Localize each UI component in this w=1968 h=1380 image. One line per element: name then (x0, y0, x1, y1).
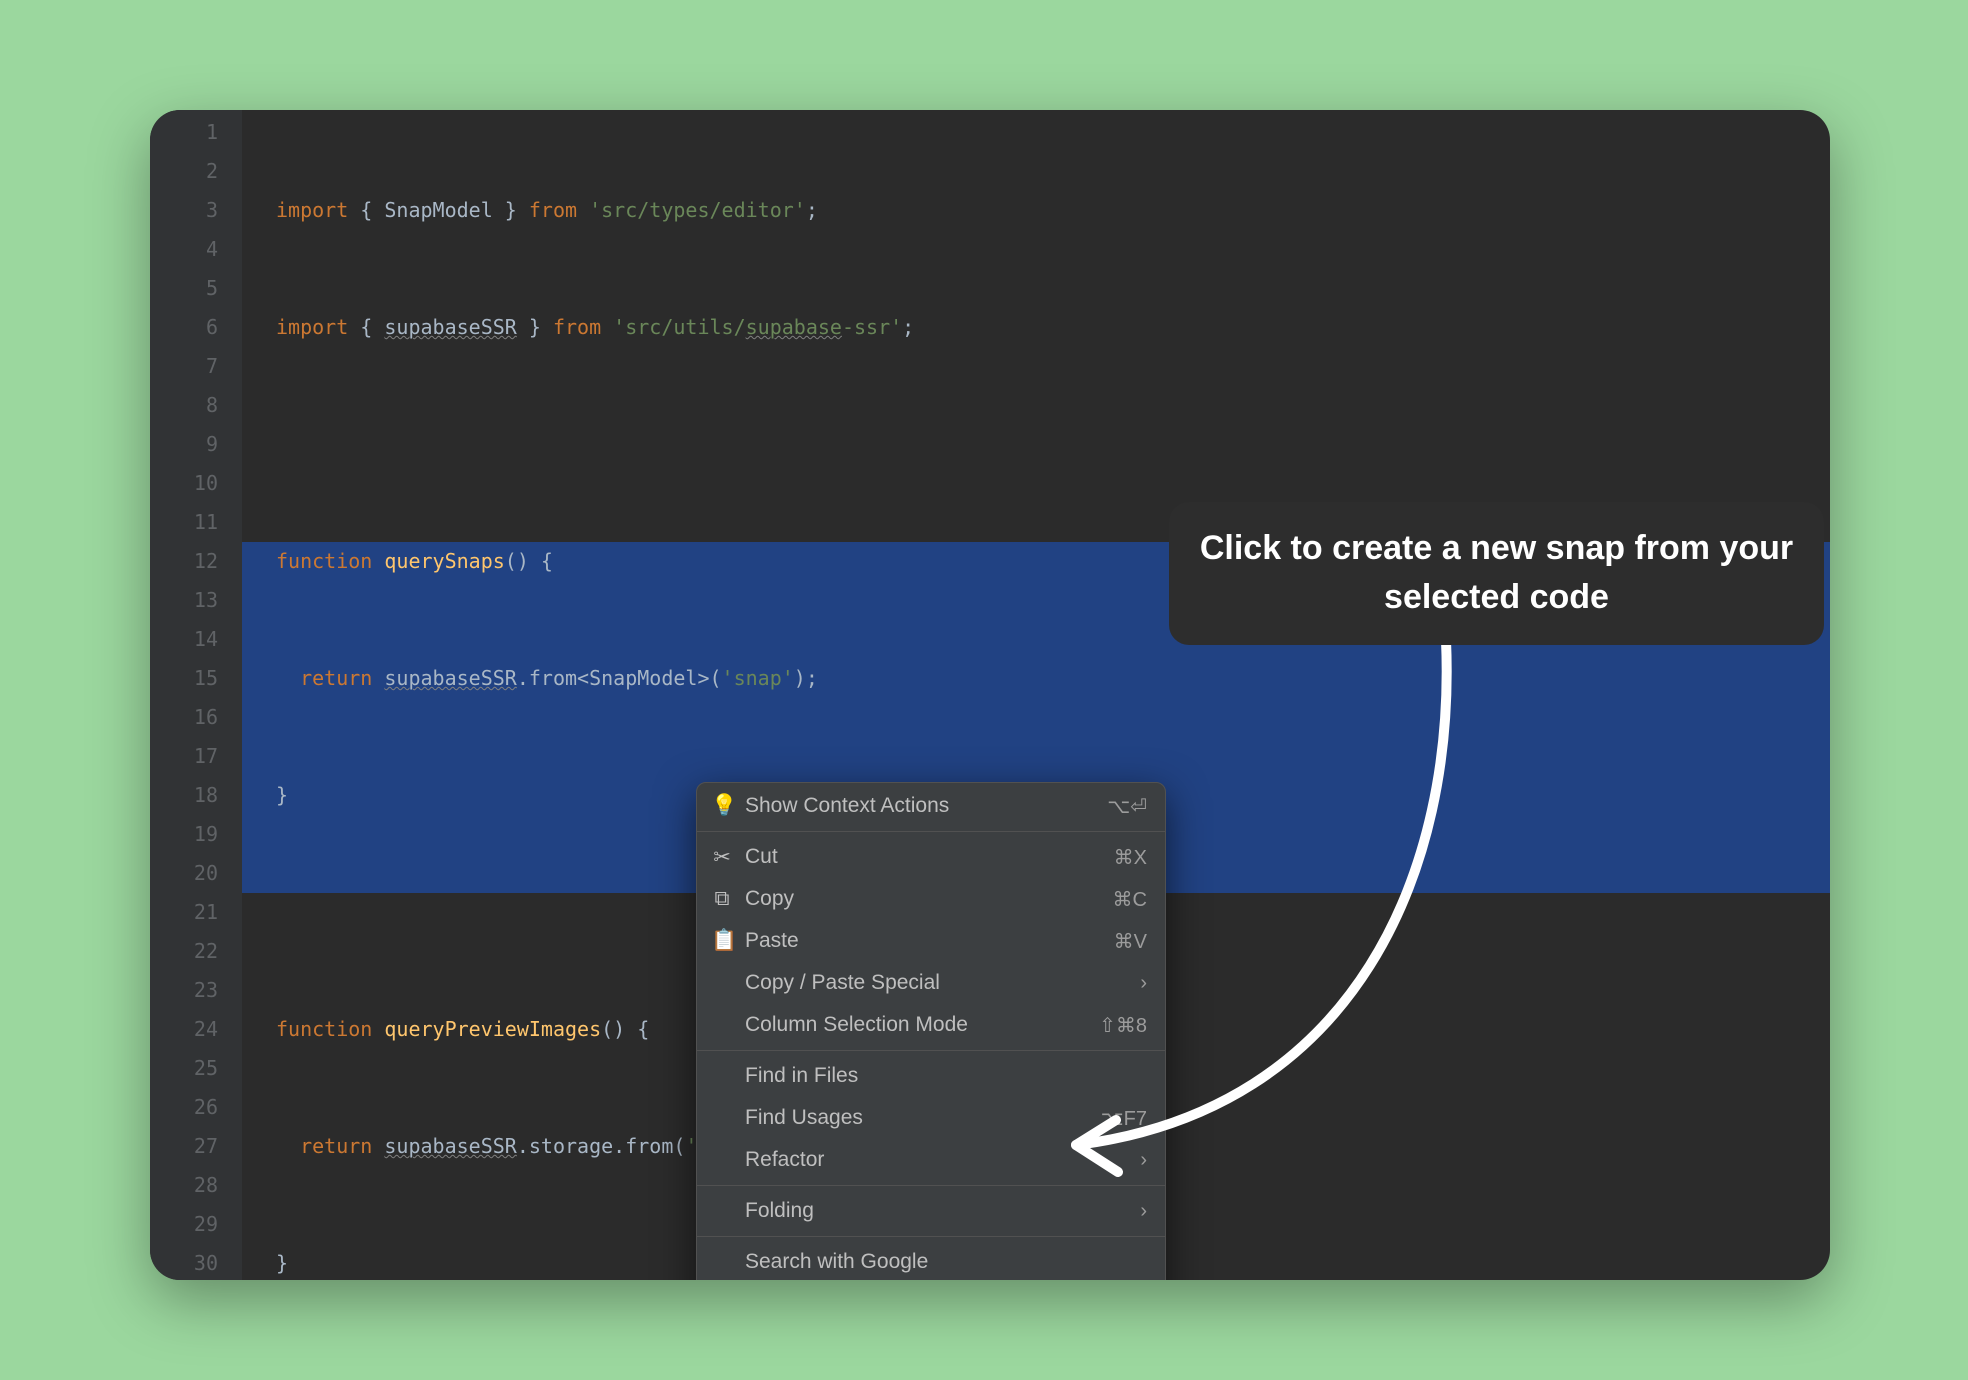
line-number: 15 (150, 659, 218, 698)
bulb-icon: 💡 (711, 794, 733, 818)
menu-item-label: Search with Google (745, 1250, 1147, 1274)
context-menu: 💡 Show Context Actions ⌥⏎ ✂ Cut ⌘X ⧉ Copy ⌘C 📋 Pas… (696, 782, 1166, 1280)
line-number: 11 (150, 503, 218, 542)
line-number: 12 (150, 542, 218, 581)
line-number: 21 (150, 893, 218, 932)
menu-item-label: Folding (745, 1199, 1128, 1223)
menu-separator (697, 1185, 1165, 1186)
line-number: 9 (150, 425, 218, 464)
chevron-right-icon: › (1140, 972, 1147, 995)
menu-item-find-usages[interactable]: Find Usages ⌥F7 (697, 1097, 1165, 1139)
line-number: 27 (150, 1127, 218, 1166)
editor-window: 1234567891011121314151617181920212223242… (150, 110, 1830, 1280)
menu-item-folding[interactable]: Folding › (697, 1190, 1165, 1232)
menu-shortcut: ⌘X (1114, 845, 1147, 870)
menu-item-column-selection-mode[interactable]: Column Selection Mode ⇧⌘8 (697, 1004, 1165, 1046)
line-number: 3 (150, 191, 218, 230)
line-number: 13 (150, 581, 218, 620)
line-number: 28 (150, 1166, 218, 1205)
menu-shortcut: ⌘V (1114, 929, 1147, 954)
line-number: 20 (150, 854, 218, 893)
line-gutter: 1234567891011121314151617181920212223242… (150, 110, 242, 1280)
line-number: 18 (150, 776, 218, 815)
menu-item-search-with-google[interactable]: Search with Google (697, 1241, 1165, 1280)
menu-item-cut[interactable]: ✂ Cut ⌘X (697, 836, 1165, 878)
menu-item-refactor[interactable]: Refactor › (697, 1139, 1165, 1181)
menu-item-label: Find Usages (745, 1106, 1089, 1130)
paste-icon: 📋 (711, 929, 733, 953)
menu-item-label: Column Selection Mode (745, 1013, 1087, 1037)
line-number: 19 (150, 815, 218, 854)
menu-shortcut: ⇧⌘8 (1099, 1013, 1147, 1038)
menu-item-label: Paste (745, 929, 1102, 953)
callout-text: Click to create a new snap from your sel… (1200, 529, 1793, 616)
menu-item-label: Find in Files (745, 1064, 1147, 1088)
line-number: 14 (150, 620, 218, 659)
line-number: 1 (150, 113, 218, 152)
line-number: 10 (150, 464, 218, 503)
line-number: 8 (150, 386, 218, 425)
chevron-right-icon: › (1140, 1149, 1147, 1172)
menu-item-copy-paste-special[interactable]: Copy / Paste Special › (697, 962, 1165, 1004)
menu-item-show-context-actions[interactable]: 💡 Show Context Actions ⌥⏎ (697, 785, 1165, 827)
line-number: 4 (150, 230, 218, 269)
line-number: 25 (150, 1049, 218, 1088)
callout-tooltip: Click to create a new snap from your sel… (1169, 502, 1824, 645)
menu-item-label: Cut (745, 845, 1102, 869)
menu-item-label: Copy (745, 887, 1101, 911)
menu-separator (697, 1050, 1165, 1051)
line-number: 17 (150, 737, 218, 776)
menu-separator (697, 1236, 1165, 1237)
menu-separator (697, 831, 1165, 832)
line-number: 26 (150, 1088, 218, 1127)
copy-icon: ⧉ (711, 887, 733, 911)
menu-item-label: Copy / Paste Special (745, 971, 1128, 995)
line-number: 23 (150, 971, 218, 1010)
menu-item-find-in-files[interactable]: Find in Files (697, 1055, 1165, 1097)
menu-item-copy[interactable]: ⧉ Copy ⌘C (697, 878, 1165, 920)
menu-shortcut: ⌥F7 (1101, 1106, 1147, 1131)
line-number: 22 (150, 932, 218, 971)
menu-shortcut: ⌥⏎ (1107, 794, 1147, 819)
line-number: 29 (150, 1205, 218, 1244)
line-number: 7 (150, 347, 218, 386)
menu-shortcut: ⌘C (1113, 887, 1147, 912)
line-number: 2 (150, 152, 218, 191)
line-number: 16 (150, 698, 218, 737)
scissors-icon: ✂ (711, 845, 733, 870)
line-number: 24 (150, 1010, 218, 1049)
chevron-right-icon: › (1140, 1200, 1147, 1223)
menu-item-label: Show Context Actions (745, 794, 1095, 818)
menu-item-paste[interactable]: 📋 Paste ⌘V (697, 920, 1165, 962)
line-number: 6 (150, 308, 218, 347)
line-number: 30 (150, 1244, 218, 1280)
line-number: 5 (150, 269, 218, 308)
menu-item-label: Refactor (745, 1148, 1128, 1172)
